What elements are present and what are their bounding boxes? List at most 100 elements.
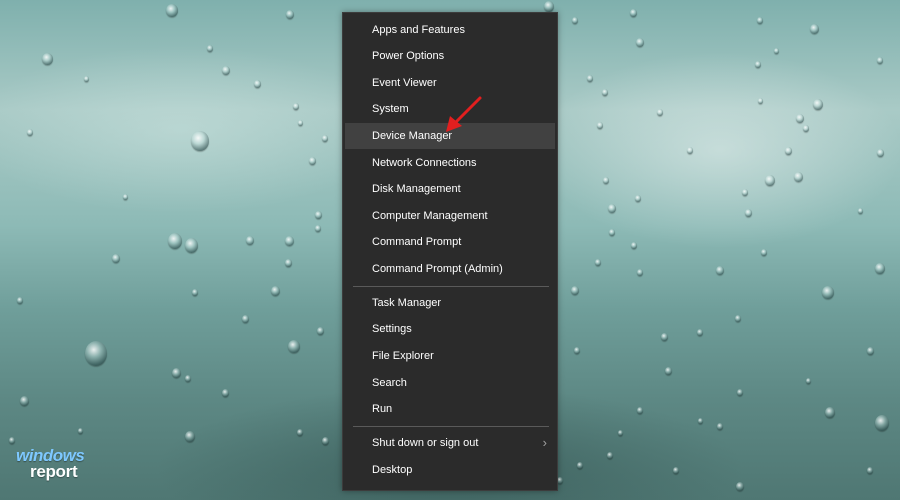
- rain-drop: [736, 482, 744, 491]
- rain-drop: [608, 204, 616, 213]
- rain-drop: [796, 114, 804, 123]
- rain-drop: [822, 286, 834, 299]
- rain-drop: [773, 47, 779, 54]
- rain-drop: [657, 109, 663, 116]
- rain-drop: [77, 427, 83, 434]
- menu-separator: [353, 426, 549, 427]
- rain-drop: [716, 266, 724, 275]
- menu-item-shut-down-or-sign-out[interactable]: Shut down or sign out ›: [345, 430, 555, 456]
- rain-drop: [717, 423, 723, 430]
- rain-drop: [673, 467, 679, 474]
- rain-drop: [609, 229, 615, 236]
- rain-drop: [757, 97, 763, 104]
- rain-drop: [755, 61, 761, 68]
- rain-drop: [825, 407, 835, 418]
- rain-drop: [246, 236, 254, 245]
- rain-drop: [744, 208, 752, 217]
- rain-drop: [571, 286, 579, 295]
- rain-drop: [587, 75, 593, 82]
- rain-drop: [813, 99, 823, 110]
- rain-drop: [184, 237, 198, 253]
- rain-drop: [293, 103, 299, 110]
- rain-drop: [742, 189, 748, 196]
- rain-drop: [697, 329, 703, 336]
- rain-drop: [875, 415, 889, 431]
- rain-drop: [867, 467, 873, 474]
- menu-item-desktop[interactable]: Desktop: [345, 457, 555, 483]
- rain-drop: [83, 75, 89, 82]
- red-arrow-icon: [446, 96, 482, 132]
- rain-drop: [191, 131, 209, 151]
- rain-drop: [603, 177, 609, 184]
- rain-drop: [207, 45, 213, 52]
- logo-text-report: report: [30, 462, 78, 481]
- rain-drop: [793, 171, 803, 182]
- menu-item-file-explorer[interactable]: File Explorer: [345, 343, 555, 369]
- rain-drop: [112, 254, 120, 263]
- rain-drop: [253, 79, 261, 88]
- rain-drop: [286, 10, 294, 19]
- rain-drop: [122, 193, 128, 200]
- menu-item-computer-management[interactable]: Computer Management: [345, 203, 555, 229]
- windows-report-logo: windows report: [14, 446, 104, 486]
- menu-separator: [353, 286, 549, 287]
- rain-drop: [314, 210, 322, 219]
- rain-drop: [316, 326, 324, 335]
- rain-drop: [270, 285, 280, 296]
- rain-drop: [574, 347, 580, 354]
- rain-drop: [85, 341, 107, 366]
- rain-drop: [222, 66, 230, 75]
- menu-item-apps-and-features[interactable]: Apps and Features: [345, 17, 555, 43]
- rain-drop: [635, 195, 641, 202]
- menu-item-search[interactable]: Search: [345, 370, 555, 396]
- rain-drop: [288, 340, 300, 353]
- rain-drop: [241, 314, 249, 323]
- rain-drop: [636, 38, 644, 47]
- rain-drop: [297, 119, 303, 126]
- rain-drop: [544, 1, 554, 12]
- rain-drop: [9, 437, 15, 444]
- menu-item-power-options[interactable]: Power Options: [345, 43, 555, 69]
- rain-drop: [577, 462, 583, 469]
- rain-drop: [757, 17, 763, 24]
- rain-drop: [185, 431, 195, 442]
- rain-drop: [321, 436, 329, 445]
- rain-drop: [697, 417, 703, 424]
- rain-drop: [631, 242, 637, 249]
- rain-drop: [17, 297, 23, 304]
- rain-drop: [629, 8, 637, 17]
- rain-drop: [27, 129, 33, 136]
- rain-drop: [192, 289, 198, 296]
- rain-drop: [284, 258, 292, 267]
- rain-drop: [284, 235, 294, 246]
- rain-drop: [297, 429, 303, 436]
- menu-item-disk-management[interactable]: Disk Management: [345, 176, 555, 202]
- menu-item-settings[interactable]: Settings: [345, 316, 555, 342]
- rain-drop: [185, 375, 191, 382]
- menu-item-run[interactable]: Run: [345, 396, 555, 422]
- rain-drop: [322, 135, 328, 142]
- rain-drop: [876, 148, 884, 157]
- rain-drop: [737, 389, 743, 396]
- rain-drop: [660, 332, 668, 341]
- chevron-right-icon: ›: [542, 435, 547, 450]
- rain-drop: [857, 207, 863, 214]
- menu-item-task-manager[interactable]: Task Manager: [345, 290, 555, 316]
- rain-drop: [607, 452, 613, 459]
- rain-drop: [875, 263, 885, 274]
- rain-drop: [803, 125, 809, 132]
- rain-drop: [637, 407, 643, 414]
- rain-drop: [735, 315, 741, 322]
- rain-drop: [877, 57, 883, 64]
- rain-drop: [602, 89, 608, 96]
- rain-drop: [41, 52, 53, 65]
- winx-context-menu: Apps and Features Power Options Event Vi…: [342, 12, 558, 491]
- rain-drop: [809, 23, 819, 34]
- menu-item-network-connections[interactable]: Network Connections: [345, 150, 555, 176]
- menu-item-command-prompt-admin[interactable]: Command Prompt (Admin): [345, 256, 555, 282]
- rain-drop: [308, 156, 316, 165]
- rain-drop: [171, 367, 181, 378]
- rain-drop: [597, 122, 603, 129]
- menu-item-command-prompt[interactable]: Command Prompt: [345, 229, 555, 255]
- rain-drop: [221, 388, 229, 397]
